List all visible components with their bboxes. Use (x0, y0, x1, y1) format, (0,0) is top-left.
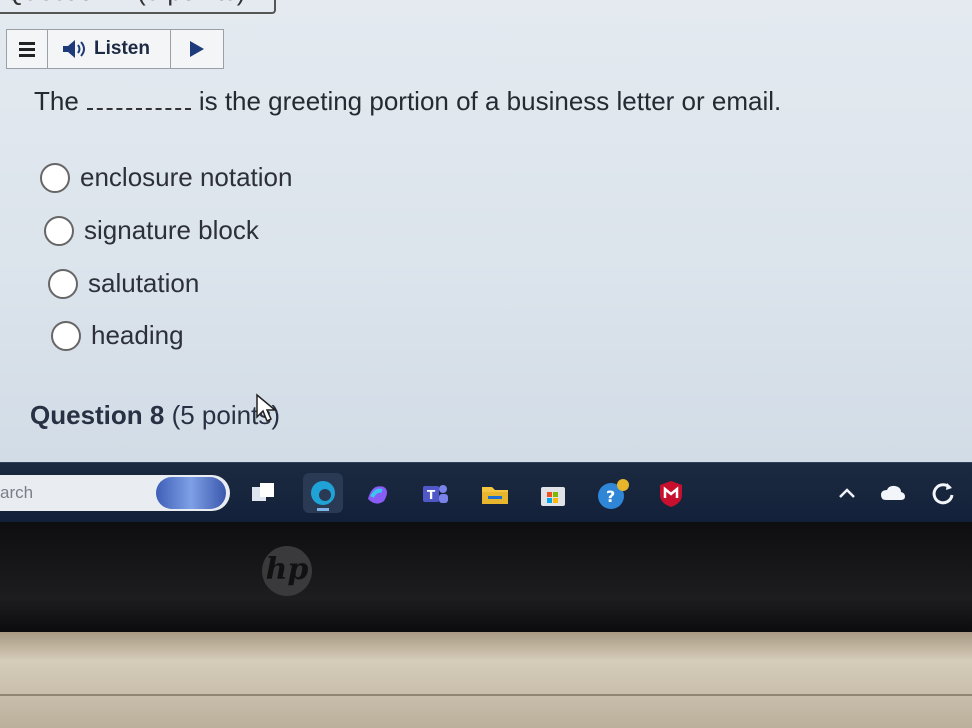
refresh-icon[interactable] (930, 480, 956, 506)
laptop-chassis (0, 632, 972, 728)
system-tray (838, 475, 972, 511)
option-label: heading (91, 320, 184, 350)
chevron-up-icon[interactable] (838, 486, 856, 500)
svg-text:?: ? (606, 487, 615, 506)
taskbar: arch T ? (0, 462, 972, 523)
help-icon[interactable]: ? (596, 479, 629, 509)
question-text-after: is the greeting portion of a business le… (198, 86, 782, 116)
play-icon (190, 41, 204, 57)
option-signature-block[interactable]: signature block (44, 215, 259, 246)
listen-label: Listen (94, 38, 150, 59)
question-text-before: The (34, 86, 79, 116)
laptop-bezel (0, 522, 972, 632)
option-label: salutation (88, 268, 200, 298)
mcafee-icon[interactable] (656, 479, 686, 509)
teams-icon[interactable]: T (420, 479, 450, 509)
svg-text:T: T (427, 488, 436, 502)
listen-button[interactable]: Listen (48, 30, 171, 68)
next-question-title: Question 8 (30, 400, 165, 430)
hp-logo: hp (262, 546, 312, 596)
chassis-edge (0, 694, 972, 696)
quiz-screen: Question 7 (5 points) Listen The is the g… (0, 0, 972, 462)
edge-icon[interactable] (303, 473, 343, 513)
hamburger-icon[interactable] (7, 30, 48, 68)
previous-question-header: Question 7 (5 points) (0, 0, 276, 14)
option-enclosure-notation[interactable]: enclosure notation (40, 162, 292, 193)
question-blank (86, 102, 191, 110)
cloud-icon[interactable] (880, 484, 906, 502)
search-text: arch (0, 483, 34, 502)
radio-button[interactable] (44, 215, 74, 246)
radio-button[interactable] (48, 268, 78, 299)
option-label: signature block (84, 215, 259, 245)
listen-toolbar: Listen (6, 29, 224, 69)
radio-button[interactable] (51, 320, 81, 351)
option-label: enclosure notation (80, 162, 293, 192)
radio-button[interactable] (40, 162, 70, 193)
option-salutation[interactable]: salutation (48, 268, 199, 299)
option-heading[interactable]: heading (51, 320, 184, 351)
copilot-icon[interactable] (362, 479, 392, 509)
file-explorer-icon[interactable] (480, 479, 510, 509)
mouse-cursor-icon (256, 393, 278, 423)
speaker-icon (63, 40, 85, 58)
next-question-header: Question 8 (5 points) (30, 400, 280, 431)
task-view-icon[interactable] (248, 479, 278, 509)
search-highlight-image[interactable] (156, 477, 226, 509)
store-icon[interactable] (538, 479, 568, 509)
question-text: The is the greeting portion of a business… (34, 86, 781, 117)
play-button[interactable] (171, 30, 223, 68)
